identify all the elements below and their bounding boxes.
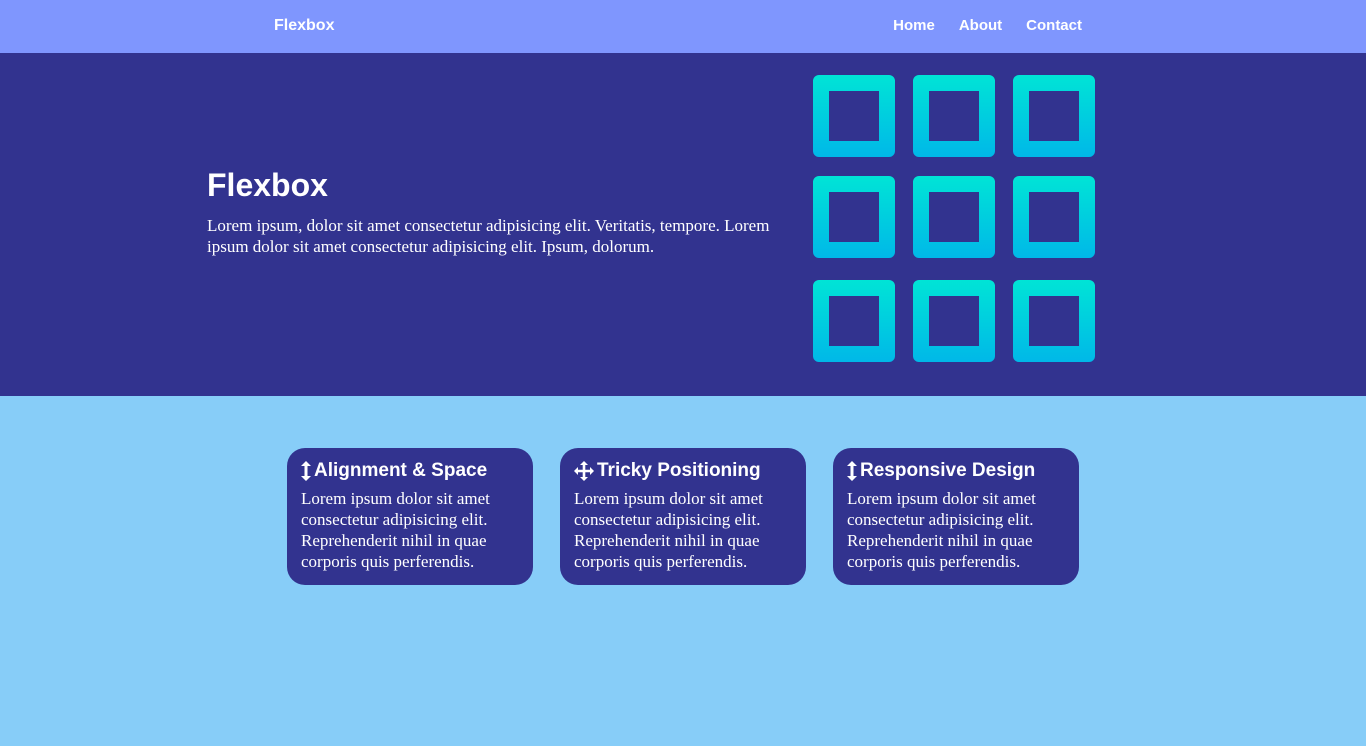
- arrows-vertical-icon: [847, 461, 857, 481]
- nav-links: Home About Contact: [893, 16, 1082, 35]
- arrows-vertical-icon: [301, 461, 311, 481]
- feature-card-positioning: Tricky Positioning Lorem ipsum dolor sit…: [560, 448, 806, 585]
- card-text: Lorem ipsum dolor sit amet consectetur a…: [847, 489, 1036, 571]
- arrows-move-icon: [574, 461, 594, 481]
- navbar: Flexbox Home About Contact: [0, 0, 1366, 53]
- brand-logo[interactable]: Flexbox: [274, 16, 334, 35]
- features-section: Alignment & Space Lorem ipsum dolor sit …: [287, 448, 1079, 585]
- nav-link-home[interactable]: Home: [893, 16, 935, 35]
- card-title: Alignment & Space: [314, 460, 488, 481]
- card-header: Alignment & Space: [301, 460, 519, 482]
- card-text: Lorem ipsum dolor sit amet consectetur a…: [574, 489, 763, 571]
- card-header: Responsive Design: [847, 460, 1065, 482]
- card-text: Lorem ipsum dolor sit amet consectetur a…: [301, 489, 490, 571]
- hero-title: Flexbox: [207, 167, 328, 203]
- grid-3x3-icon: [813, 75, 1095, 362]
- card-title: Tricky Positioning: [597, 460, 761, 481]
- nav-link-contact[interactable]: Contact: [1026, 16, 1082, 35]
- nav-link-about[interactable]: About: [959, 16, 1002, 35]
- hero-text: Lorem ipsum, dolor sit amet consectetur …: [207, 216, 770, 256]
- feature-card-alignment: Alignment & Space Lorem ipsum dolor sit …: [287, 448, 533, 585]
- hero-section: Flexbox Lorem ipsum, dolor sit amet cons…: [0, 53, 1366, 396]
- card-header: Tricky Positioning: [574, 460, 792, 482]
- card-title: Responsive Design: [860, 460, 1036, 481]
- feature-card-responsive: Responsive Design Lorem ipsum dolor sit …: [833, 448, 1079, 585]
